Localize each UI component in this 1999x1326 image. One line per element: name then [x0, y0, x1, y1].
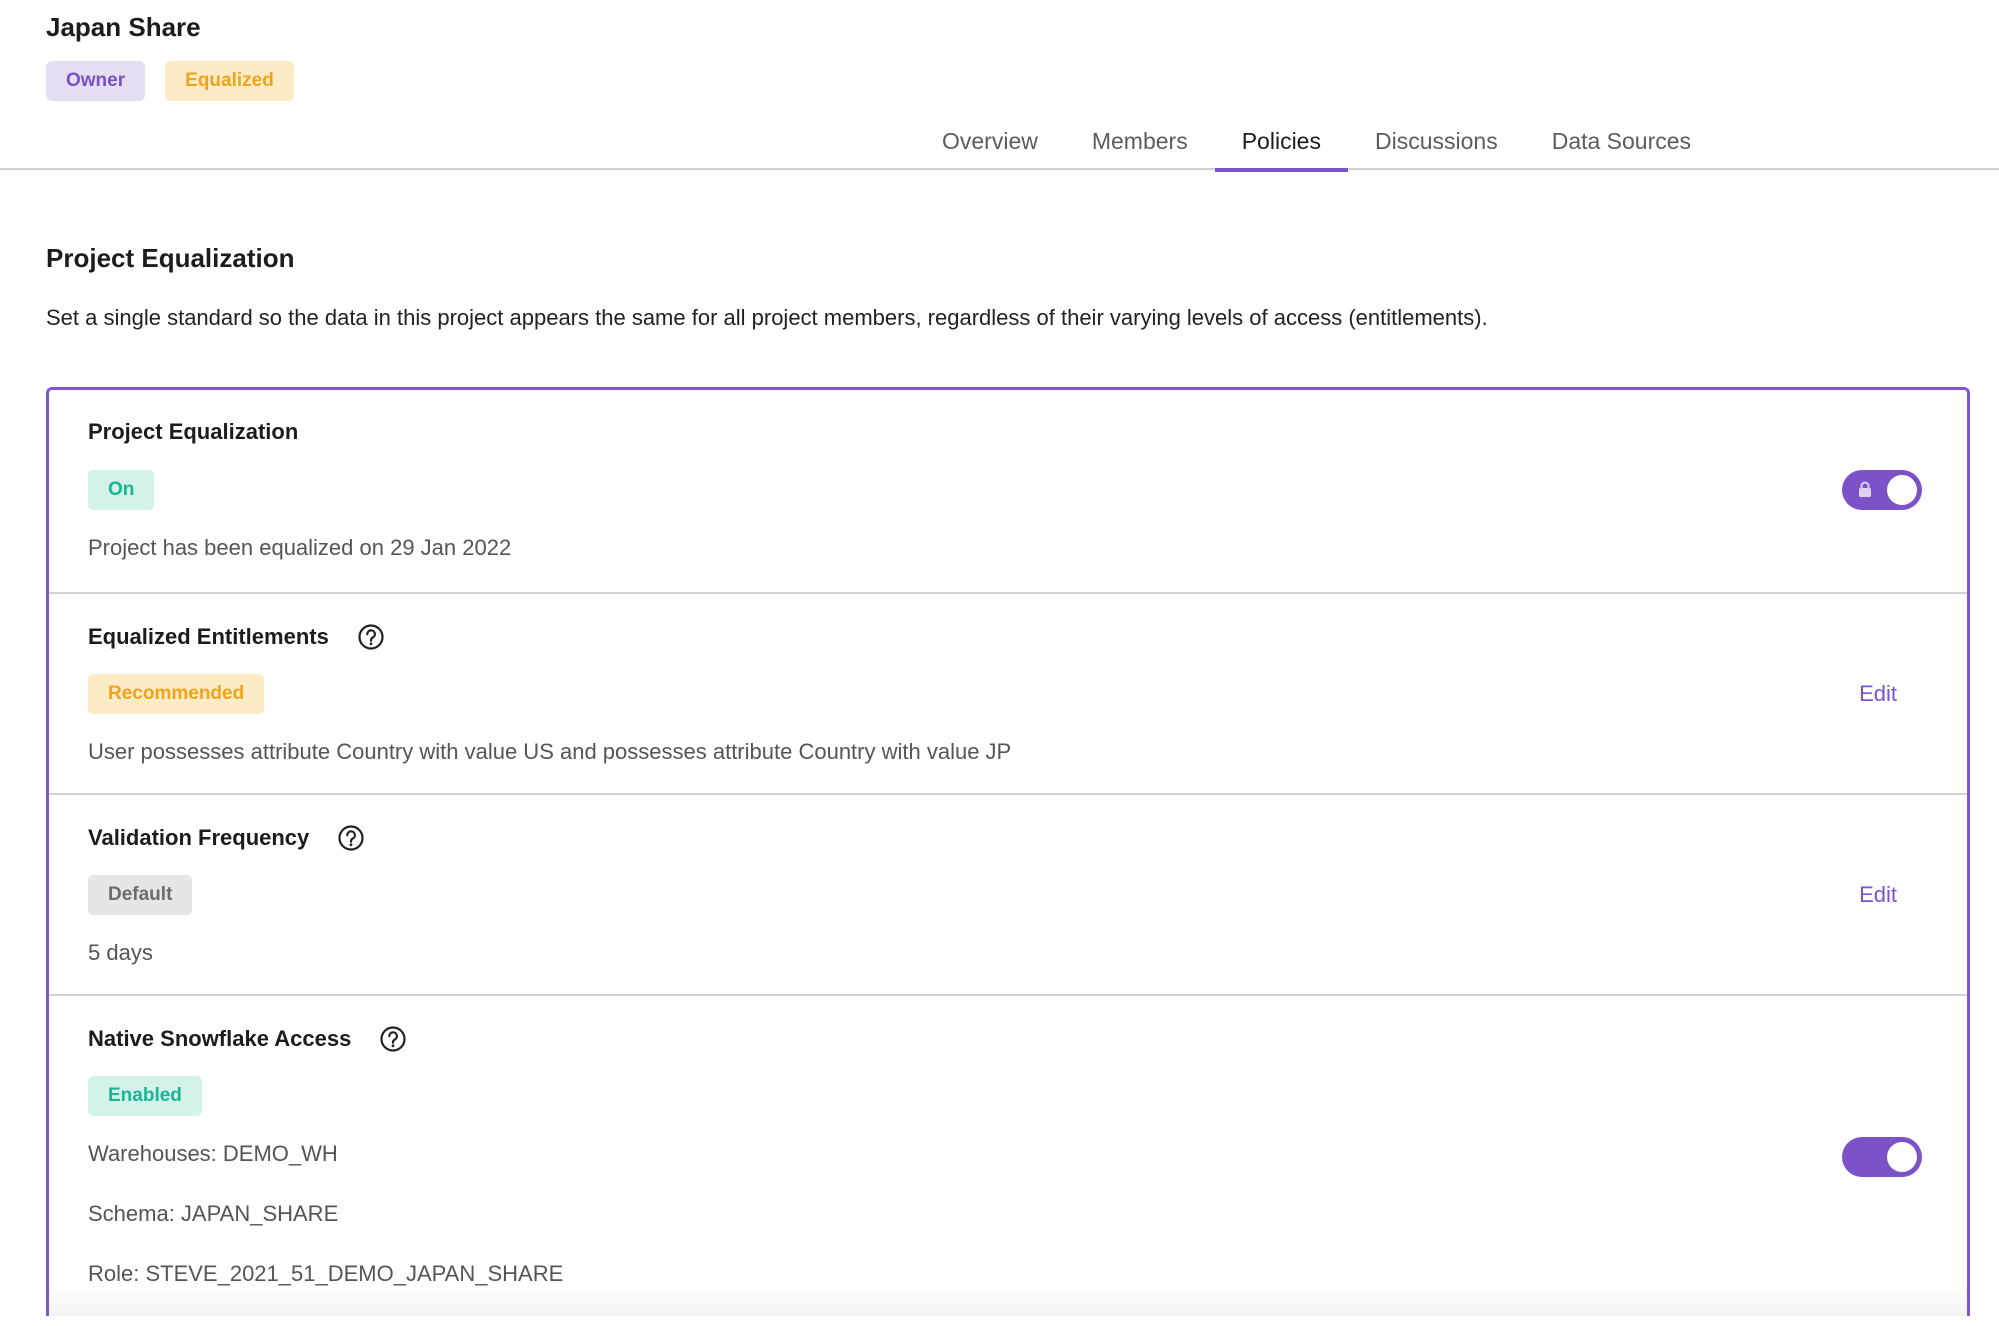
entitlements-edit-link[interactable]: Edit	[1859, 681, 1897, 707]
entitlements-title: Equalized Entitlements	[88, 623, 385, 651]
tab-discussions[interactable]: Discussions	[1348, 112, 1525, 170]
schema-text: Schema: JAPAN_SHARE	[88, 1201, 339, 1226]
snowflake-title: Native Snowflake Access	[88, 1025, 407, 1053]
equalization-date-text: Project has been equalized on 29 Jan 202…	[88, 535, 512, 560]
snowflake-row: Native Snowflake Access Enabled Warehous…	[49, 996, 1967, 1326]
recommended-tag: Recommended	[88, 674, 265, 714]
validation-edit-link[interactable]: Edit	[1859, 882, 1897, 908]
equalization-panel: Project Equalization On Project has been…	[46, 387, 1970, 1316]
validation-title: Validation Frequency	[88, 824, 365, 852]
tab-policies[interactable]: Policies	[1214, 112, 1349, 172]
enabled-tag: Enabled	[88, 1076, 202, 1116]
question-circle-icon[interactable]	[379, 1025, 407, 1053]
warehouses-text: Warehouses: DEMO_WH	[88, 1141, 338, 1166]
project-badges: Owner Equalized	[46, 61, 294, 101]
tab-overview[interactable]: Overview	[915, 112, 1065, 170]
tab-data-sources[interactable]: Data Sources	[1525, 112, 1718, 170]
equalization-toggle[interactable]	[1842, 470, 1922, 510]
entitlements-text: User possesses attribute Country with va…	[88, 739, 1012, 764]
section-description: Set a single standard so the data in thi…	[46, 305, 1488, 330]
validation-frequency-text: 5 days	[88, 940, 153, 965]
default-tag: Default	[88, 875, 193, 915]
lock-icon	[1858, 481, 1872, 503]
validation-title-label: Validation Frequency	[88, 825, 310, 850]
toggle-knob	[1887, 475, 1917, 505]
equalization-title: Project Equalization	[88, 419, 298, 445]
equalization-row: Project Equalization On Project has been…	[49, 390, 1967, 594]
entitlements-row: Equalized Entitlements Recommended User …	[49, 594, 1967, 795]
project-header: Japan Share Owner Equalized Overview Mem…	[0, 0, 1999, 172]
project-tabs: Overview Members Policies Discussions Da…	[915, 112, 1718, 172]
project-title: Japan Share	[46, 12, 201, 42]
role-text: Role: STEVE_2021_51_DEMO_JAPAN_SHARE	[88, 1261, 564, 1286]
tab-members[interactable]: Members	[1065, 112, 1215, 170]
section-title: Project Equalization	[46, 243, 295, 273]
snowflake-title-label: Native Snowflake Access	[88, 1026, 352, 1051]
question-circle-icon[interactable]	[337, 824, 365, 852]
equalized-badge: Equalized	[165, 61, 294, 101]
toggle-knob	[1887, 1142, 1917, 1172]
owner-badge: Owner	[46, 61, 146, 101]
question-circle-icon[interactable]	[357, 623, 385, 651]
validation-row: Validation Frequency Default 5 days Edit	[49, 795, 1967, 996]
equalization-status-tag: On	[88, 470, 155, 510]
equalization-title-label: Project Equalization	[88, 419, 299, 444]
snowflake-toggle[interactable]	[1842, 1137, 1922, 1177]
entitlements-title-label: Equalized Entitlements	[88, 624, 329, 649]
